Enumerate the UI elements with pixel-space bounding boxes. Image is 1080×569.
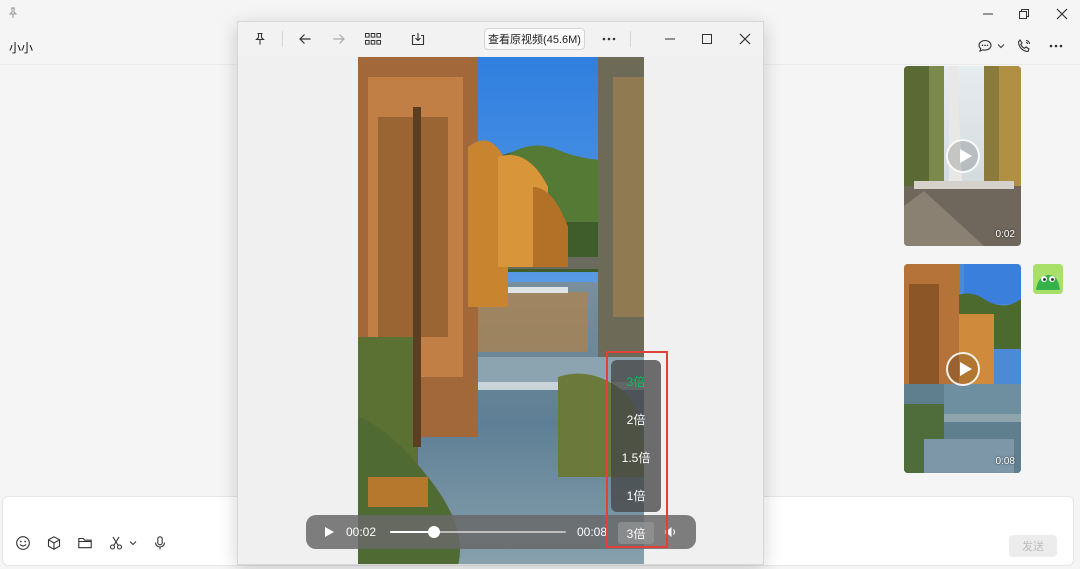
avatar[interactable] [1033, 264, 1063, 294]
close-icon[interactable] [1049, 4, 1075, 24]
send-button[interactable]: 发送 [1009, 535, 1057, 557]
emoji-icon[interactable] [13, 533, 33, 553]
play-icon [945, 351, 980, 386]
toolbar-divider [282, 31, 283, 47]
minimize-icon[interactable] [660, 29, 680, 49]
microphone-icon[interactable] [150, 533, 170, 553]
grid-icon[interactable] [363, 29, 383, 49]
chat-title: 小小 [9, 41, 34, 55]
chat-header-tools [977, 36, 1064, 56]
video-message[interactable]: 0:02 [904, 66, 1021, 246]
scissors-icon[interactable] [106, 533, 126, 553]
folder-icon[interactable] [75, 533, 95, 553]
progress-bar[interactable] [390, 526, 566, 538]
video-frame[interactable] [358, 57, 644, 564]
cube-icon[interactable] [44, 533, 64, 553]
composer-toolbar [13, 533, 181, 553]
view-original-button[interactable]: 查看原视频(45.6M) [484, 28, 585, 50]
maximize-icon[interactable] [697, 29, 717, 49]
more-icon[interactable] [599, 29, 619, 49]
video-viewer-window: 查看原视频(45.6M) 3倍 2倍 1.5倍 1倍 00:02 00:08 3… [237, 21, 764, 565]
video-duration: 0:08 [995, 456, 1015, 467]
video-message[interactable]: 0:08 [904, 264, 1021, 473]
play-icon [945, 139, 980, 173]
arrow-right-icon[interactable] [329, 29, 349, 49]
video-scene [358, 57, 644, 564]
chat-bubble-icon[interactable] [977, 38, 993, 54]
voice-call-icon[interactable] [1016, 38, 1032, 54]
minimize-icon[interactable] [975, 4, 1001, 24]
arrow-left-icon[interactable] [295, 29, 315, 49]
more-icon[interactable] [1048, 38, 1064, 54]
viewer-toolbar: 查看原视频(45.6M) [238, 22, 763, 56]
video-duration: 0:02 [995, 229, 1015, 240]
pin-icon[interactable] [6, 6, 20, 20]
current-time: 00:02 [346, 525, 377, 539]
toolbar-divider [630, 31, 631, 47]
download-icon[interactable] [408, 29, 428, 49]
total-duration: 00:08 [577, 525, 608, 539]
close-icon[interactable] [735, 29, 755, 49]
play-icon[interactable] [322, 525, 336, 539]
progress-handle[interactable] [428, 526, 440, 538]
chevron-down-icon[interactable] [128, 533, 138, 553]
chevron-down-icon[interactable] [997, 42, 1005, 50]
maximize-icon[interactable] [1011, 4, 1037, 24]
highlight-box [606, 351, 668, 548]
pin-icon[interactable] [250, 29, 270, 49]
